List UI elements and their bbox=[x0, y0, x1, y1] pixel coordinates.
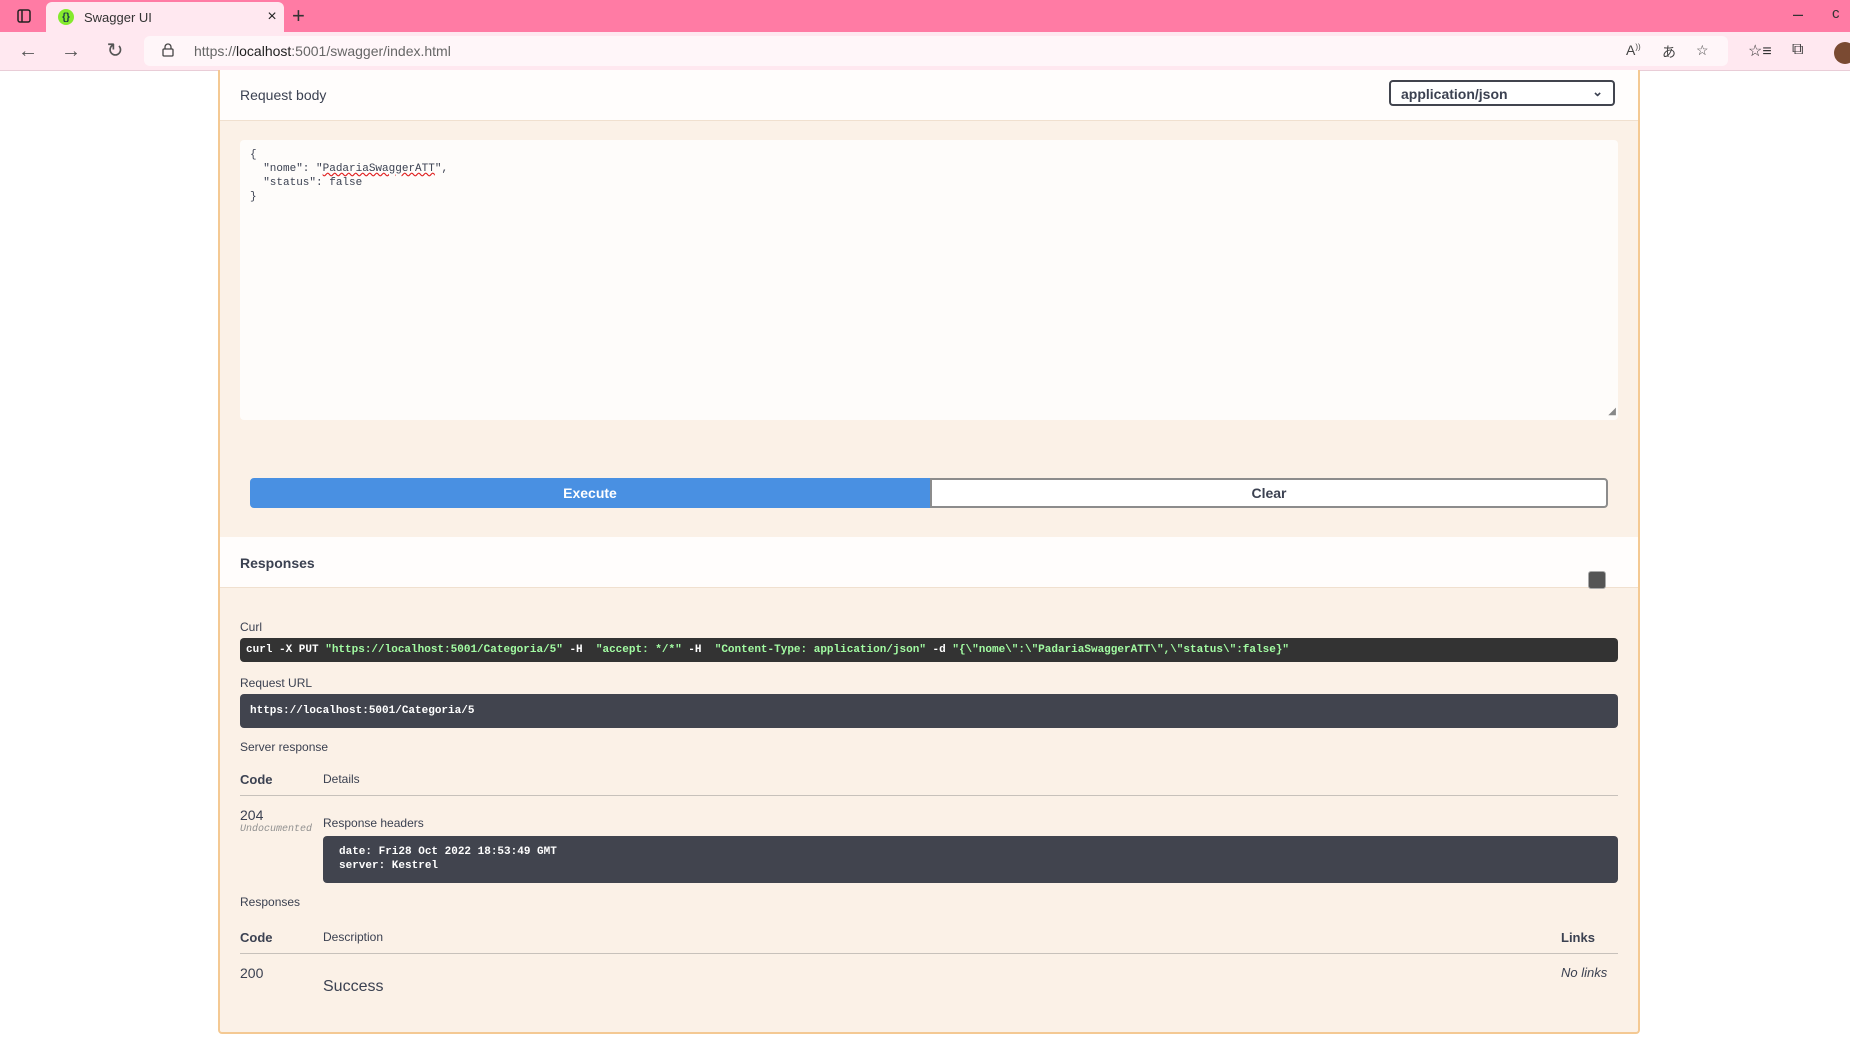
close-tab-icon[interactable]: × bbox=[260, 8, 284, 26]
collections-icon[interactable]: ⧉ bbox=[1792, 41, 1803, 59]
favorites-icon[interactable]: ☆≡ bbox=[1748, 41, 1772, 61]
server-details-header: Details bbox=[323, 772, 360, 786]
resize-handle-icon[interactable]: ◢ bbox=[1608, 408, 1616, 418]
browser-tab-bar: {} Swagger UI × + – c bbox=[0, 0, 1850, 32]
minimize-window-icon[interactable]: – bbox=[1793, 4, 1803, 25]
forward-icon[interactable]: → bbox=[57, 38, 85, 64]
json-status-line: "status": false bbox=[250, 177, 363, 189]
server-response-code: 204 bbox=[240, 807, 264, 823]
request-body-title: Request body bbox=[240, 87, 327, 103]
json-close: } bbox=[250, 191, 257, 203]
clear-button[interactable]: Clear bbox=[930, 478, 1608, 508]
copy-to-clipboard-icon[interactable] bbox=[1588, 571, 1606, 589]
curl-label: Curl bbox=[240, 620, 263, 634]
doc-code-header: Code bbox=[240, 930, 273, 945]
undocumented-note: Undocumented bbox=[240, 824, 313, 835]
chevron-down-icon: ⌄ bbox=[1592, 84, 1603, 99]
response-headers-label: Response headers bbox=[323, 816, 424, 830]
request-body-editor[interactable]: { "nome": "PadariaSwaggerATT", "status":… bbox=[240, 140, 1618, 420]
profile-avatar[interactable] bbox=[1834, 42, 1850, 64]
new-tab-icon[interactable]: + bbox=[292, 4, 305, 28]
curl-content-type: "Content-Type: application/json" bbox=[714, 644, 926, 656]
refresh-icon[interactable]: ↻ bbox=[101, 38, 129, 64]
json-open: { bbox=[250, 149, 257, 161]
doc-response-description: Success bbox=[323, 978, 384, 995]
response-headers-value[interactable]: date: Fri28 Oct 2022 18:53:49 GMT server… bbox=[323, 836, 1618, 883]
server-code-header: Code bbox=[240, 772, 273, 787]
content-type-select[interactable]: application/json ⌄ bbox=[1389, 80, 1615, 106]
url-rest: :5001/swagger/index.html bbox=[291, 43, 451, 59]
add-favorite-icon[interactable]: ☆ bbox=[1696, 42, 1709, 59]
swagger-favicon-icon: {} bbox=[58, 9, 74, 25]
url-host: localhost bbox=[236, 43, 292, 59]
address-url: https://localhost:5001/swagger/index.htm… bbox=[194, 43, 451, 59]
doc-response-links: No links bbox=[1561, 965, 1608, 980]
server-response-divider bbox=[240, 795, 1618, 796]
server-response-label: Server response bbox=[240, 740, 329, 754]
back-icon[interactable]: ← bbox=[14, 38, 42, 64]
json-nome-key: "nome": " bbox=[250, 163, 323, 175]
tab-title: Swagger UI bbox=[84, 9, 152, 25]
curl-d: -d bbox=[925, 644, 953, 656]
responses-doc-divider bbox=[240, 953, 1618, 954]
doc-description-header: Description bbox=[323, 930, 384, 944]
request-url-label: Request URL bbox=[240, 676, 313, 690]
browser-toolbar: ← → ↻ https://localhost:5001/swagger/ind… bbox=[0, 32, 1850, 71]
responses-header: Responses bbox=[220, 537, 1638, 588]
json-nome-value: PadariaSwaggerATT bbox=[322, 163, 435, 175]
request-url-value[interactable]: https://localhost:5001/Categoria/5 bbox=[240, 694, 1618, 728]
doc-links-header: Links bbox=[1561, 930, 1595, 945]
request-body-header: Request body application/json ⌄ bbox=[220, 70, 1638, 121]
address-bar[interactable]: https://localhost:5001/swagger/index.htm… bbox=[144, 36, 1728, 66]
translate-icon[interactable]: あ bbox=[1662, 42, 1676, 62]
read-aloud-icon[interactable]: A)) bbox=[1626, 42, 1641, 58]
curl-h1: -H bbox=[562, 644, 596, 656]
json-nome-end: ", bbox=[434, 163, 449, 175]
curl-h2: -H bbox=[681, 644, 715, 656]
responses-doc-label: Responses bbox=[240, 895, 301, 909]
operation-block: Request body application/json ⌄ { "nome"… bbox=[218, 70, 1640, 1034]
responses-title: Responses bbox=[240, 555, 315, 571]
window-control-cut[interactable]: c bbox=[1832, 5, 1840, 22]
tab-actions-icon[interactable] bbox=[10, 6, 38, 26]
curl-cmd: curl -X PUT bbox=[246, 644, 326, 656]
lock-icon bbox=[162, 43, 174, 62]
execute-button[interactable]: Execute bbox=[250, 478, 930, 508]
curl-command[interactable]: curl -X PUT "https://localhost:5001/Cate… bbox=[240, 638, 1618, 662]
content-type-value: application/json bbox=[1401, 86, 1508, 102]
curl-accept: "accept: */*" bbox=[595, 644, 682, 656]
curl-url: "https://localhost:5001/Categoria/5" bbox=[325, 644, 563, 656]
url-prefix: https:// bbox=[194, 43, 237, 59]
curl-data: "{\"nome\":\"PadariaSwaggerATT\",\"statu… bbox=[952, 644, 1290, 656]
doc-response-code: 200 bbox=[240, 965, 264, 981]
browser-tab-swagger[interactable]: {} Swagger UI × bbox=[46, 2, 284, 32]
